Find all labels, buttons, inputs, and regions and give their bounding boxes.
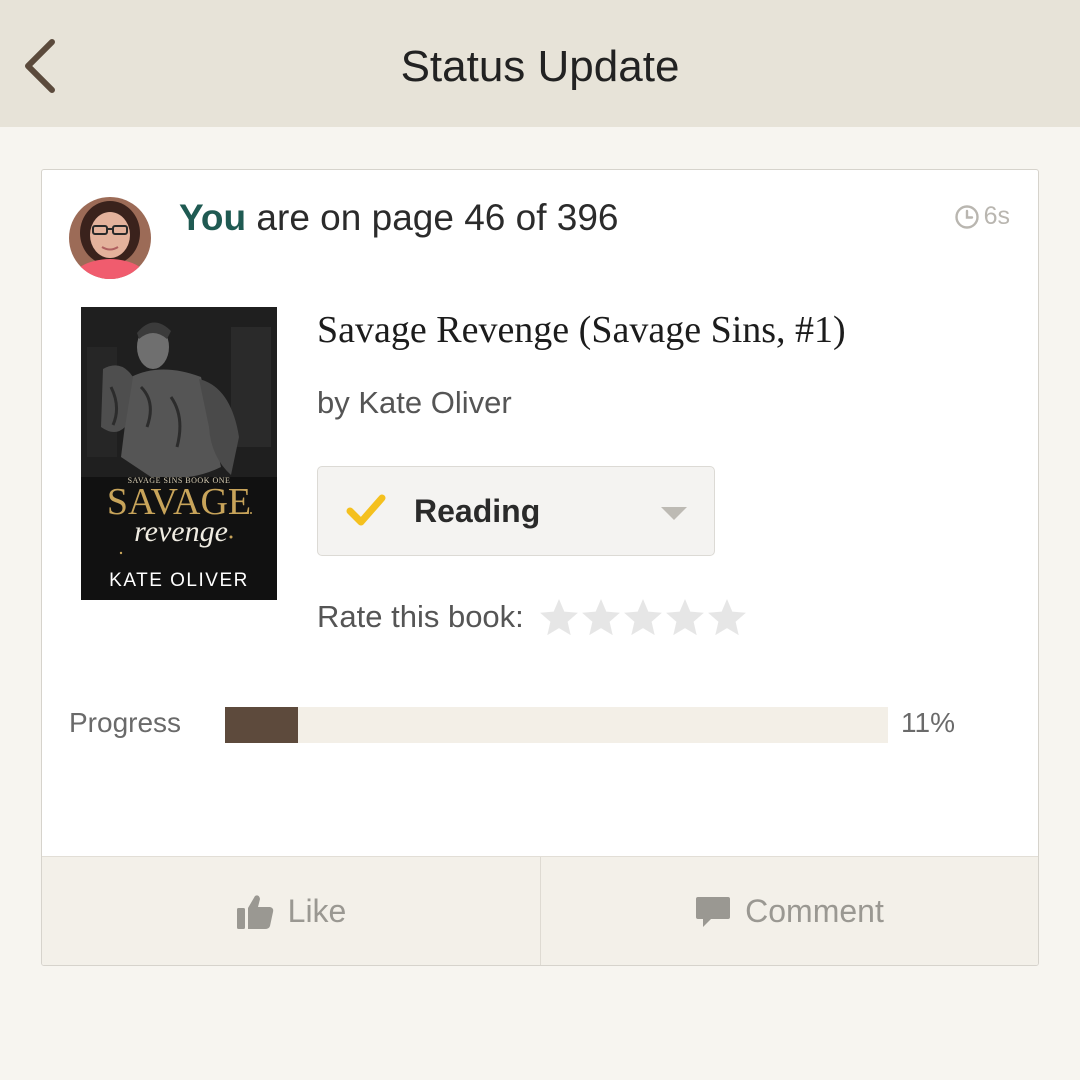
star-icon[interactable] xyxy=(538,596,580,638)
cover-art: SAVAGE SINS BOOK ONE SAVAGE revenge KATE… xyxy=(81,307,277,600)
star-icon[interactable] xyxy=(664,596,706,638)
shelf-label: Reading xyxy=(414,493,541,529)
user-photo xyxy=(69,197,151,279)
book-author: by Kate Oliver xyxy=(317,385,512,421)
book-cover[interactable]: SAVAGE SINS BOOK ONE SAVAGE revenge KATE… xyxy=(81,307,277,600)
author-link[interactable]: Kate Oliver xyxy=(358,385,511,420)
cover-author: KATE OLIVER xyxy=(109,570,249,591)
star-icon[interactable] xyxy=(622,596,664,638)
user-link[interactable]: You xyxy=(179,197,246,238)
checkmark-icon xyxy=(346,494,386,526)
rating-label: Rate this book: xyxy=(317,599,524,634)
book-title[interactable]: Savage Revenge (Savage Sins, #1) xyxy=(317,308,846,352)
speech-bubble-icon xyxy=(696,896,731,927)
comment-label: Comment xyxy=(745,893,884,929)
like-label: Like xyxy=(287,893,347,929)
shelf-dropdown[interactable]: Reading xyxy=(317,466,715,556)
status-detail: are on page 46 of 396 xyxy=(256,197,619,238)
status-text: You are on page 46 of 396 xyxy=(179,196,619,240)
top-bar: Status Update xyxy=(0,0,1080,127)
status-update-card: You are on page 46 of 396 6s SAVAGE SINS… xyxy=(41,169,1039,966)
clock-icon xyxy=(954,204,979,229)
comment-button[interactable]: Comment xyxy=(541,857,1038,965)
like-button[interactable]: Like xyxy=(42,857,540,965)
avatar[interactable] xyxy=(69,197,151,279)
caret-down-icon xyxy=(661,507,687,520)
star-icon[interactable] xyxy=(580,596,622,638)
timestamp-text: 6s xyxy=(983,202,1010,230)
author-prefix: by xyxy=(317,385,350,420)
thumbs-up-icon xyxy=(236,894,273,929)
rating-row: Rate this book: xyxy=(317,595,748,639)
action-bar: Like Comment xyxy=(42,856,1038,965)
page-title: Status Update xyxy=(400,42,680,91)
progress-percent: 11% xyxy=(901,707,955,738)
star-rating xyxy=(538,596,748,638)
progress-fill xyxy=(225,707,298,743)
progress-bar xyxy=(225,707,888,743)
star-icon[interactable] xyxy=(706,596,748,638)
progress-label: Progress xyxy=(69,707,182,738)
timestamp: 6s xyxy=(954,202,1010,231)
cover-subtitle: revenge xyxy=(134,515,228,548)
